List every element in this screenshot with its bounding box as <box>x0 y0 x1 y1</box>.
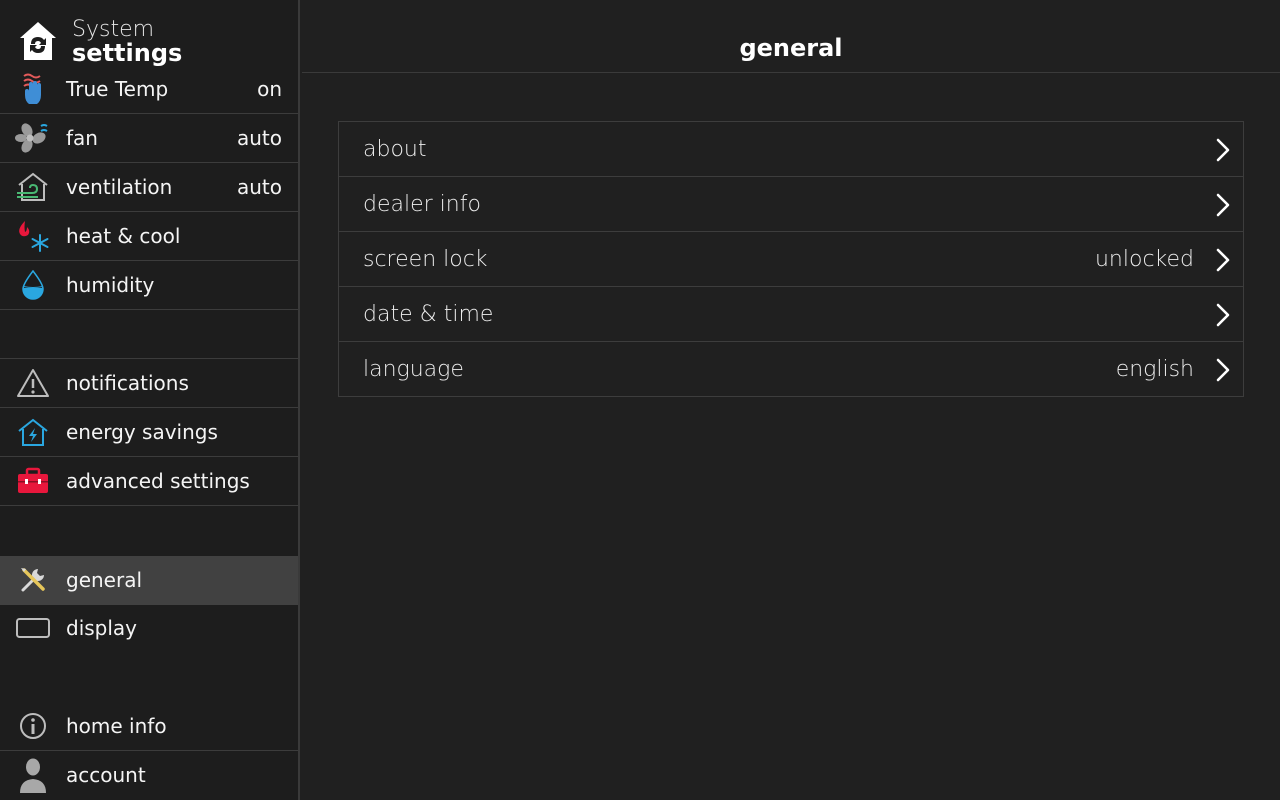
sidebar: True Temp on fan auto ventilation auto h… <box>0 0 300 800</box>
page-title: general <box>739 34 843 62</box>
sidebar-item-label: humidity <box>66 273 155 297</box>
sidebar-item-ventilation[interactable]: ventilation auto <box>0 163 298 212</box>
row-label: date & time <box>363 302 494 327</box>
sidebar-item-home-info[interactable]: home info <box>0 702 298 751</box>
main-header: general <box>302 0 1280 73</box>
sidebar-title-settings: settings <box>72 39 183 67</box>
settings-row-dealer-info[interactable]: dealer info <box>339 177 1243 232</box>
settings-row-language[interactable]: language english <box>339 342 1243 396</box>
warning-icon <box>14 367 52 399</box>
sidebar-header: System settings <box>0 0 298 72</box>
settings-row-screen-lock[interactable]: screen lock unlocked <box>339 232 1243 287</box>
row-value: unlocked <box>1094 247 1194 272</box>
settings-row-date-time[interactable]: date & time <box>339 287 1243 342</box>
sidebar-item-label: general <box>66 568 143 592</box>
row-value: english <box>1115 357 1194 382</box>
sidebar-item-label: heat & cool <box>66 224 181 248</box>
sidebar-item-fan[interactable]: fan auto <box>0 114 298 163</box>
sidebar-item-label: energy savings <box>66 420 218 444</box>
chevron-right-icon <box>1216 303 1230 327</box>
sidebar-item-energy-savings[interactable]: energy savings <box>0 408 298 457</box>
chevron-right-icon <box>1216 358 1230 382</box>
tools-icon <box>14 564 52 596</box>
app: True Temp on fan auto ventilation auto h… <box>0 0 1280 800</box>
sidebar-item-label: display <box>66 616 138 640</box>
info-icon <box>14 710 52 742</box>
sidebar-item-label: account <box>66 763 146 787</box>
sidebar-item-notifications[interactable]: notifications <box>0 359 298 408</box>
row-label: screen lock <box>363 247 488 272</box>
sidebar-item-true-temp[interactable]: True Temp on <box>0 65 298 114</box>
sidebar-item-display[interactable]: display <box>0 604 298 653</box>
sidebar-item-general[interactable]: general <box>0 556 298 605</box>
row-label: about <box>363 137 427 162</box>
row-label: dealer info <box>363 192 481 217</box>
person-icon <box>14 758 52 793</box>
settings-row-about[interactable]: about <box>339 122 1243 177</box>
fan-icon <box>14 122 52 154</box>
row-label: language <box>363 357 464 382</box>
humidity-icon <box>14 269 52 301</box>
sidebar-item-label: notifications <box>66 371 189 395</box>
true-temp-icon <box>14 73 52 105</box>
home-logo-icon <box>18 20 58 62</box>
sidebar-item-label: advanced settings <box>66 469 250 493</box>
sidebar-item-label: fan <box>66 126 98 150</box>
settings-list: about dealer info screen lock unlocked d… <box>338 121 1244 397</box>
sidebar-item-label: ventilation <box>66 175 173 199</box>
sidebar-item-advanced-settings[interactable]: advanced settings <box>0 457 298 506</box>
sidebar-item-value: auto <box>236 126 282 150</box>
chevron-right-icon <box>1216 138 1230 162</box>
sidebar-item-value: auto <box>236 175 282 199</box>
energy-savings-icon <box>14 416 52 448</box>
sidebar-item-humidity[interactable]: humidity <box>0 261 298 310</box>
sidebar-item-account[interactable]: account <box>0 751 298 800</box>
sidebar-spacer <box>0 310 298 359</box>
display-icon <box>14 612 52 644</box>
sidebar-item-heat-cool[interactable]: heat & cool <box>0 212 298 261</box>
sidebar-item-value: on <box>257 77 282 101</box>
ventilation-icon <box>14 171 52 203</box>
toolbox-icon <box>14 465 52 497</box>
sidebar-item-label: True Temp <box>66 77 169 101</box>
chevron-right-icon <box>1216 193 1230 217</box>
sidebar-item-label: home info <box>66 714 167 738</box>
chevron-right-icon <box>1216 248 1230 272</box>
heat-cool-icon <box>14 220 52 252</box>
